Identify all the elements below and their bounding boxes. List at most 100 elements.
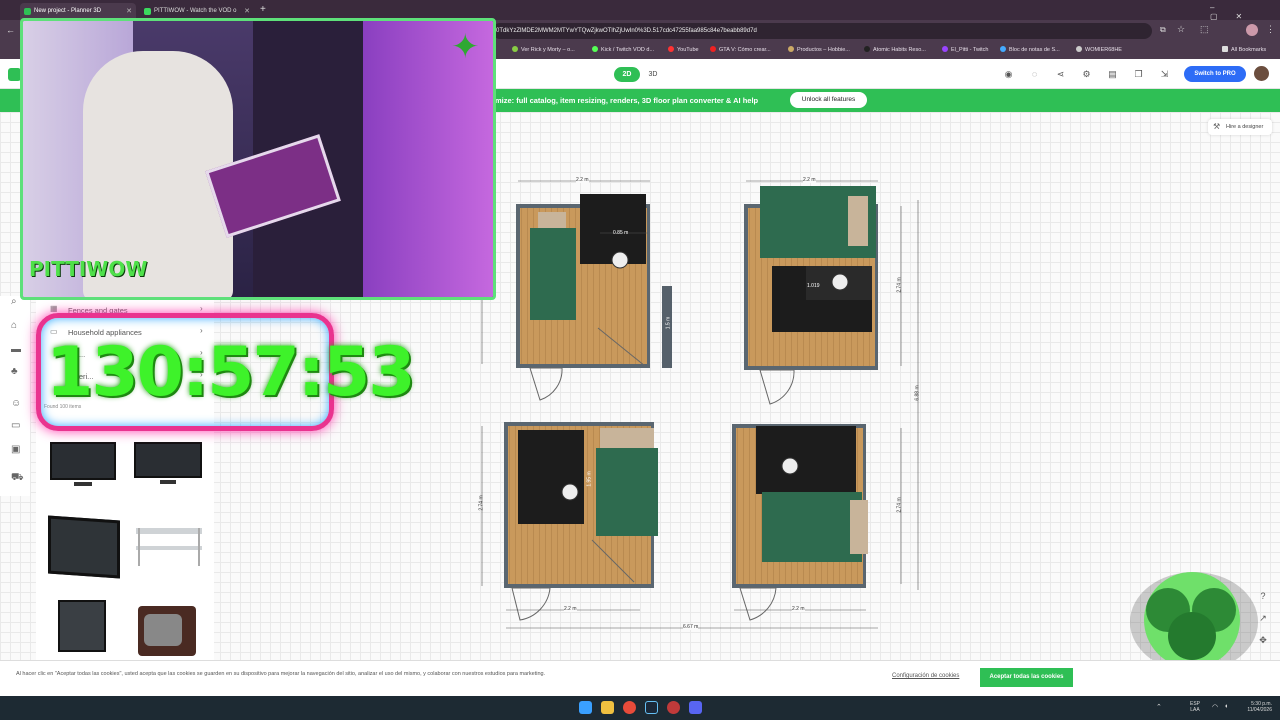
dim-label: 1.5 m: [665, 316, 672, 330]
share-icon[interactable]: ⋖: [1055, 69, 1066, 80]
comment-icon[interactable]: ◌: [1029, 69, 1040, 80]
bookmark-label: All Bookmarks: [1231, 47, 1267, 53]
file-explorer-icon[interactable]: [601, 701, 614, 714]
back-icon[interactable]: ←: [6, 25, 15, 35]
system-clock[interactable]: 5:30 p.m. 11/04/2026: [1238, 701, 1272, 713]
camera-icon[interactable]: ◉: [1003, 69, 1014, 80]
stream-timer: 130:57:53: [46, 333, 416, 412]
export-icon[interactable]: ⇲: [1159, 69, 1170, 80]
dim-label: 0.85 m: [613, 230, 629, 236]
dim-label: 2.2 m: [792, 606, 805, 612]
dim-label: 2.2 m: [576, 177, 589, 183]
volume-icon[interactable]: ◖: [1224, 703, 1228, 710]
window-controls[interactable]: –▢✕: [1210, 3, 1280, 21]
catalog-item-screen[interactable]: [44, 594, 120, 664]
bed-a[interactable]: [530, 228, 576, 320]
bookmark-item[interactable]: WOMIER68HE: [1076, 42, 1122, 59]
catalog-item-tv[interactable]: [44, 436, 120, 506]
tray-icons[interactable]: ⌃: [1156, 703, 1162, 711]
room-b[interactable]: [744, 186, 878, 405]
chevron-right-icon: ›: [200, 304, 203, 313]
furniture-icon[interactable]: ▬: [11, 344, 23, 356]
bookmark-item[interactable]: YouTube: [668, 42, 699, 59]
lang-secondary: LAA: [1190, 707, 1200, 713]
new-icon[interactable]: ▭: [11, 420, 23, 432]
desk-a[interactable]: [580, 194, 646, 264]
hire-designer-button[interactable]: ⚒ Hire a designer: [1208, 119, 1272, 135]
star-icon[interactable]: ☆: [1177, 24, 1185, 35]
url-field[interactable]: 0TdkYzZlMDE2MWM2MTYwYTQwZjkwOTlhZjUwIn0%…: [492, 23, 1152, 39]
avatar[interactable]: [1254, 66, 1269, 81]
extensions-icon[interactable]: ⬚: [1200, 24, 1209, 35]
dim-label: 2.74 m: [896, 277, 903, 293]
language-indicator[interactable]: ESP LAA: [1190, 701, 1200, 713]
dim-label: 2.74 m: [478, 495, 485, 511]
bookmark-label: YouTube: [677, 47, 699, 53]
left-sidebar: ⌕ ⌂ ▬ ♣ ☺ ▭ ▣ ⛟: [0, 296, 30, 496]
menu-icon[interactable]: ⋮: [1266, 24, 1275, 35]
catalog-item-tv[interactable]: [130, 436, 206, 506]
switch-to-pro-button[interactable]: Switch to PRO: [1184, 66, 1246, 82]
bookmark-label: Atomic Habits Reso...: [873, 47, 926, 53]
dim-label: 2.2 m: [564, 606, 577, 612]
bookmark-label: Ver Rick y Morty – o...: [521, 47, 575, 53]
cart-icon[interactable]: ⛟: [11, 472, 24, 484]
print-icon[interactable]: ▤: [1107, 69, 1118, 80]
accept-cookies-button[interactable]: Aceptar todas las cookies: [980, 668, 1073, 687]
bookmark-label: Kick / Twitch VOD d...: [601, 47, 655, 53]
catalog-item-retro-tv[interactable]: [130, 594, 206, 664]
desk-c[interactable]: [518, 430, 584, 524]
all-bookmarks[interactable]: All Bookmarks: [1222, 42, 1266, 59]
bookmark-label: WOMIER68HE: [1085, 47, 1122, 53]
translate-icon[interactable]: ⧉: [1160, 25, 1166, 35]
cookie-text: Al hacer clic en "Aceptar todas las cook…: [16, 671, 546, 677]
bed-c[interactable]: [596, 448, 658, 536]
floor-plan: [481, 180, 919, 629]
clock-date: 11/04/2026: [1247, 707, 1272, 713]
bookmark-item[interactable]: Bloc de notas de S...: [1000, 42, 1060, 59]
bookmark-item[interactable]: Atomic Habits Reso...: [864, 42, 926, 59]
bookmark-item[interactable]: Productos – Hobbie...: [788, 42, 850, 59]
copy-icon[interactable]: ❐: [1133, 69, 1144, 80]
people-icon[interactable]: ☺: [11, 398, 23, 410]
room-c[interactable]: [504, 422, 658, 621]
desk-d[interactable]: [756, 426, 856, 494]
catalog-item-monitor[interactable]: [44, 512, 120, 582]
mode-3d-button[interactable]: 3D: [642, 67, 664, 82]
home-icon[interactable]: ⌂: [11, 320, 23, 332]
catalog-item-table[interactable]: [130, 512, 206, 582]
browser-icon[interactable]: [667, 701, 680, 714]
bookmark-item[interactable]: El_Pitti - Twitch: [942, 42, 989, 59]
chrome-icon[interactable]: [623, 701, 636, 714]
vod-favicon-icon: [144, 8, 151, 15]
dim-label: 6.67 m: [683, 624, 699, 630]
dim-label: 2.2 m: [803, 177, 816, 183]
bookmark-label: Bloc de notas de S...: [1009, 47, 1060, 53]
cookie-settings-link[interactable]: Configuración de cookies: [892, 673, 959, 679]
leaf-logo-icon: ✦: [451, 28, 480, 66]
steam-icon[interactable]: [645, 701, 658, 714]
designer-icon: ⚒: [1213, 122, 1221, 131]
unlock-features-button[interactable]: Unlock all features: [790, 92, 867, 108]
new-tab-icon[interactable]: +: [260, 4, 266, 15]
dim-label: 6.88 m: [914, 385, 921, 401]
start-icon[interactable]: [579, 701, 592, 714]
room-a[interactable]: [516, 194, 672, 401]
hire-label: Hire a designer: [1226, 124, 1264, 130]
bookmark-item[interactable]: Kick / Twitch VOD d...: [592, 42, 654, 59]
bed-d[interactable]: [762, 492, 862, 562]
bookmark-label: GTA V: Cómo crear...: [719, 47, 771, 53]
banner-text: mize: full catalog, item resizing, rende…: [495, 96, 759, 105]
settings-icon[interactable]: ⚙: [1081, 69, 1092, 80]
room-d[interactable]: [732, 424, 868, 621]
streamer-logo: PITTIWOW: [29, 257, 148, 281]
bookmark-item[interactable]: GTA V: Cómo crear...: [710, 42, 771, 59]
box-icon[interactable]: ▣: [11, 444, 23, 456]
mode-2d-button[interactable]: 2D: [614, 67, 640, 82]
profile-avatar[interactable]: [1246, 24, 1258, 36]
plant-icon[interactable]: ♣: [11, 366, 23, 378]
bookmark-label: El_Pitti - Twitch: [951, 47, 989, 53]
discord-icon[interactable]: [689, 701, 702, 714]
wifi-icon[interactable]: ◠: [1212, 703, 1218, 711]
bookmark-item[interactable]: Ver Rick y Morty – o...: [512, 42, 575, 59]
